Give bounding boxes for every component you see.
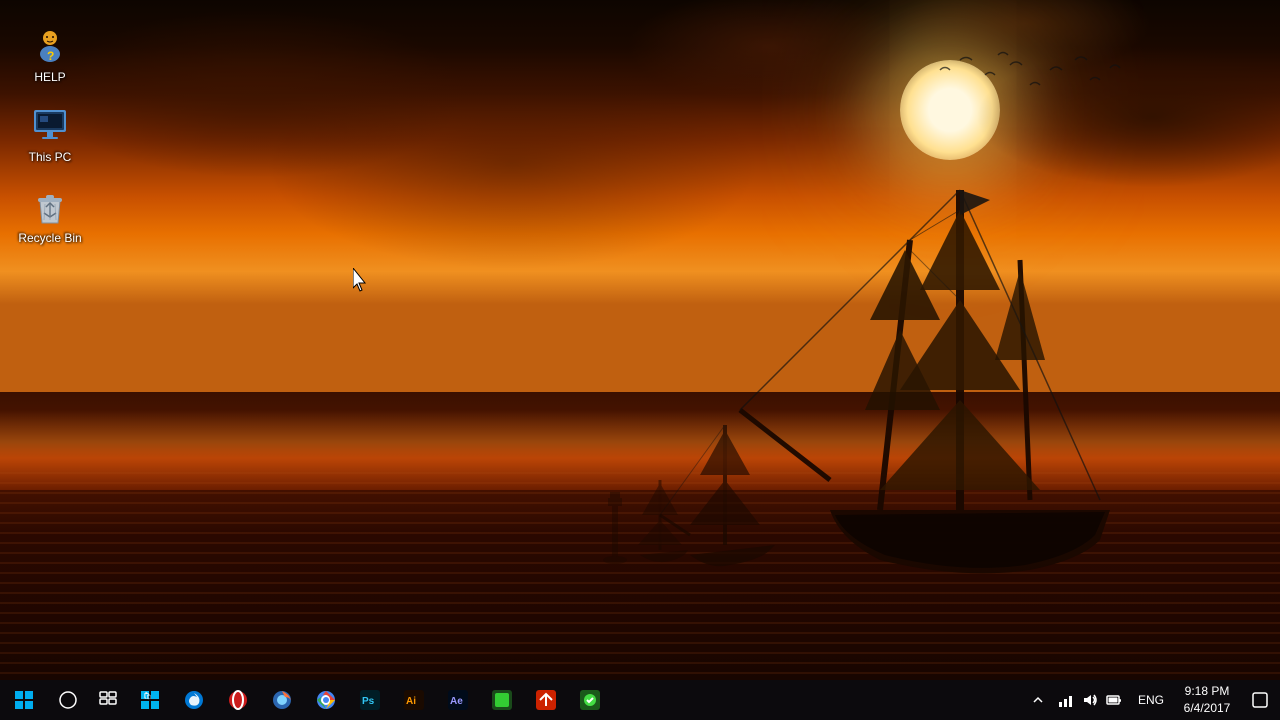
help-icon: ? bbox=[30, 26, 70, 66]
notification-button[interactable] bbox=[1244, 680, 1276, 720]
red-app-button[interactable] bbox=[524, 680, 568, 720]
this-pc-icon-desktop[interactable]: This PC bbox=[10, 100, 90, 170]
time-display: 9:18 PM bbox=[1185, 683, 1230, 700]
volume-icon bbox=[1082, 692, 1098, 708]
svg-text:Ae: Ae bbox=[450, 696, 463, 707]
help-label: HELP bbox=[34, 70, 65, 84]
svg-text:🛍: 🛍 bbox=[143, 691, 152, 700]
store-app-button[interactable]: 🛍 bbox=[128, 680, 172, 720]
desktop-background bbox=[0, 0, 1280, 720]
clock-area[interactable]: 9:18 PM 6/4/2017 bbox=[1172, 680, 1242, 720]
desktop-icons-container: ? HELP This PC bbox=[0, 10, 100, 261]
illustrator-icon: Ai bbox=[403, 689, 425, 711]
language-button[interactable]: ENG bbox=[1132, 680, 1170, 720]
windows-start-icon bbox=[14, 690, 34, 710]
volume-tray-icon[interactable] bbox=[1078, 680, 1102, 720]
language-label: ENG bbox=[1138, 693, 1164, 707]
lighthouse bbox=[600, 490, 630, 570]
this-pc-label: This PC bbox=[29, 150, 72, 164]
edge-app-button[interactable] bbox=[172, 680, 216, 720]
svg-text:Ai: Ai bbox=[406, 696, 416, 707]
edge-icon bbox=[183, 689, 205, 711]
ship-small bbox=[620, 465, 700, 585]
photoshop-icon: Ps bbox=[359, 689, 381, 711]
firefox-icon bbox=[271, 689, 293, 711]
search-button[interactable] bbox=[48, 680, 88, 720]
battery-tray-icon[interactable] bbox=[1102, 680, 1126, 720]
date-display: 6/4/2017 bbox=[1184, 700, 1231, 717]
green-app-icon bbox=[491, 689, 513, 711]
help-icon-desktop[interactable]: ? HELP bbox=[10, 20, 90, 90]
task-view-icon bbox=[99, 691, 117, 709]
photoshop-app-button[interactable]: Ps bbox=[348, 680, 392, 720]
svg-text:?: ? bbox=[47, 49, 54, 63]
opera-icon bbox=[227, 689, 249, 711]
start-button[interactable] bbox=[0, 680, 48, 720]
network-icon bbox=[1058, 692, 1074, 708]
after-effects-app-button[interactable]: Ae bbox=[436, 680, 480, 720]
store-icon: 🛍 bbox=[139, 689, 161, 711]
search-icon bbox=[59, 691, 77, 709]
green-app-button[interactable] bbox=[480, 680, 524, 720]
this-pc-icon bbox=[30, 106, 70, 146]
recycle-bin-icon-desktop[interactable]: Recycle Bin bbox=[10, 181, 90, 251]
taskbar: 🛍 bbox=[0, 680, 1280, 720]
notification-icon bbox=[1252, 692, 1268, 708]
green-app2-icon bbox=[579, 689, 601, 711]
recycle-bin-icon bbox=[30, 187, 70, 227]
birds bbox=[930, 50, 1130, 130]
chrome-app-button[interactable] bbox=[304, 680, 348, 720]
recycle-bin-label: Recycle Bin bbox=[18, 231, 81, 245]
opera-app-button[interactable] bbox=[216, 680, 260, 720]
svg-text:Ps: Ps bbox=[362, 696, 375, 707]
green-app2-button[interactable] bbox=[568, 680, 612, 720]
taskbar-apps: 🛍 bbox=[128, 680, 1028, 720]
network-tray-icon[interactable] bbox=[1054, 680, 1078, 720]
red-app-icon bbox=[535, 689, 557, 711]
chevron-up-icon bbox=[1033, 695, 1043, 705]
after-effects-icon: Ae bbox=[447, 689, 469, 711]
battery-icon bbox=[1106, 692, 1122, 708]
illustrator-app-button[interactable]: Ai bbox=[392, 680, 436, 720]
show-hidden-icons-button[interactable] bbox=[1028, 680, 1048, 720]
firefox-app-button[interactable] bbox=[260, 680, 304, 720]
system-tray-icons bbox=[1050, 680, 1130, 720]
chrome-icon bbox=[315, 689, 337, 711]
taskbar-right: ENG 9:18 PM 6/4/2017 bbox=[1028, 680, 1280, 720]
task-view-button[interactable] bbox=[88, 680, 128, 720]
